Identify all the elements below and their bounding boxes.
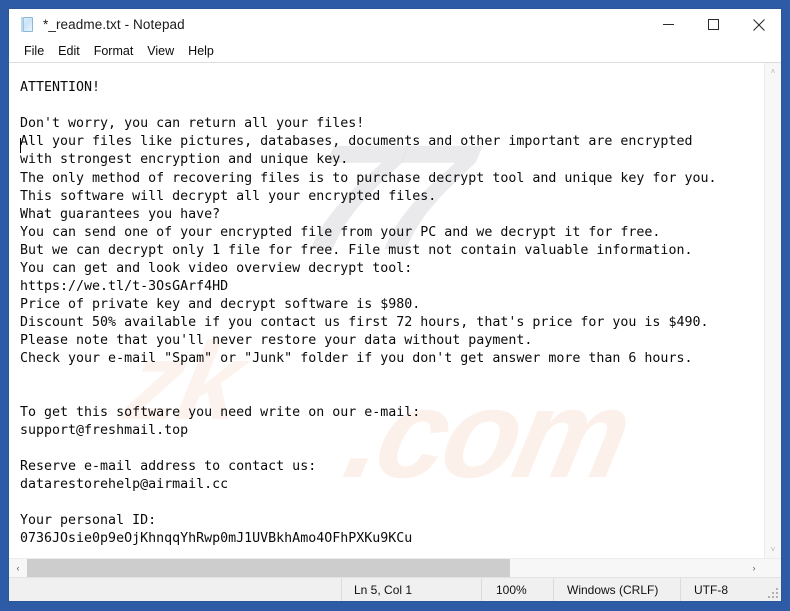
horizontal-scroll-thumb[interactable] — [27, 559, 510, 577]
resize-grip-icon[interactable] — [768, 588, 778, 598]
maximize-icon — [708, 19, 719, 30]
menu-item-view[interactable]: View — [140, 42, 181, 61]
window-controls — [646, 9, 781, 40]
close-button[interactable] — [736, 9, 781, 40]
text-editor[interactable]: 77 zk .com ATTENTION! Don't worry, you c… — [9, 63, 764, 558]
menu-item-file[interactable]: File — [17, 42, 51, 61]
text-caret — [20, 138, 21, 153]
title-bar-left: *_readme.txt - Notepad — [9, 16, 185, 33]
menu-item-edit[interactable]: Edit — [51, 42, 87, 61]
status-line-ending: Windows (CRLF) — [554, 578, 681, 601]
status-zoom-level[interactable]: 100% — [482, 578, 554, 601]
title-bar: *_readme.txt - Notepad — [9, 9, 781, 40]
maximize-button[interactable] — [691, 9, 736, 40]
ransom-note-text: ATTENTION! Don't worry, you can return a… — [20, 80, 717, 547]
scroll-right-arrow-icon[interactable]: › — [745, 559, 763, 577]
menu-item-format[interactable]: Format — [87, 42, 141, 61]
status-bar-spacer — [9, 578, 342, 601]
status-bar: Ln 5, Col 1 100% Windows (CRLF) UTF-8 — [9, 577, 781, 601]
minimize-button[interactable] — [646, 9, 691, 40]
notepad-document-icon — [19, 16, 36, 33]
scroll-up-arrow-icon[interactable]: ˄ — [765, 63, 782, 80]
status-cursor-position: Ln 5, Col 1 — [342, 578, 482, 601]
vertical-scrollbar[interactable]: ˄ ˅ — [764, 63, 781, 558]
editor-row: 77 zk .com ATTENTION! Don't worry, you c… — [9, 63, 781, 558]
window-title: *_readme.txt - Notepad — [43, 17, 185, 32]
scrollbar-corner — [763, 559, 781, 577]
horizontal-scroll-track[interactable] — [27, 559, 745, 577]
editor-region: 77 zk .com ATTENTION! Don't worry, you c… — [9, 62, 781, 577]
menu-bar: File Edit Format View Help — [9, 40, 781, 62]
close-icon — [752, 18, 765, 31]
scroll-left-arrow-icon[interactable]: ‹ — [9, 559, 27, 577]
status-encoding: UTF-8 — [694, 582, 728, 597]
horizontal-scrollbar[interactable]: ‹ › — [9, 558, 781, 577]
minimize-icon — [663, 24, 674, 25]
scroll-down-arrow-icon[interactable]: ˅ — [765, 541, 782, 558]
notepad-window: *_readme.txt - Notepad File Edit Format … — [8, 8, 782, 602]
menu-item-help[interactable]: Help — [181, 42, 221, 61]
